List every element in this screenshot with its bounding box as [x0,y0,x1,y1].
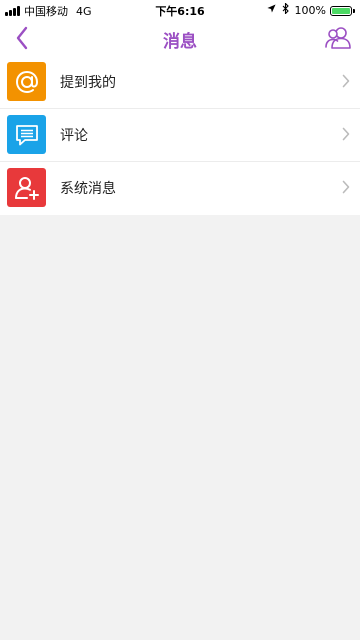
status-bar: 中国移动 4G 下午6:16 100% [0,0,360,20]
chevron-right-icon [342,180,350,194]
contacts-icon [325,27,351,49]
menu-item-comments[interactable]: 评论 [0,109,360,162]
message-menu-list: 提到我的 评论 系统消息 [0,56,360,215]
contacts-button[interactable] [322,22,354,54]
comment-icon [15,124,38,145]
battery-icon [330,5,352,16]
add-user-icon [14,176,39,200]
add-user-icon-tile [7,168,46,207]
battery-fill [332,7,350,14]
battery-cap [353,8,355,13]
at-sign-icon [15,70,38,93]
bluetooth-icon [282,2,289,18]
chevron-right-icon [342,127,350,141]
battery-percent: 100% [294,4,326,17]
menu-item-mentions[interactable]: 提到我的 [0,56,360,109]
at-sign-icon-tile [7,62,46,101]
page-title: 消息 [163,32,197,52]
menu-item-label: 系统消息 [60,181,116,197]
menu-item-system-messages[interactable]: 系统消息 [0,162,360,215]
menu-item-label: 提到我的 [60,75,116,91]
status-right: 100% [266,2,355,18]
menu-item-label: 评论 [60,128,88,144]
nav-bar: 消息 [0,20,360,56]
chevron-right-icon [342,74,350,88]
location-arrow-icon [266,4,276,17]
comment-icon-tile [7,115,46,154]
